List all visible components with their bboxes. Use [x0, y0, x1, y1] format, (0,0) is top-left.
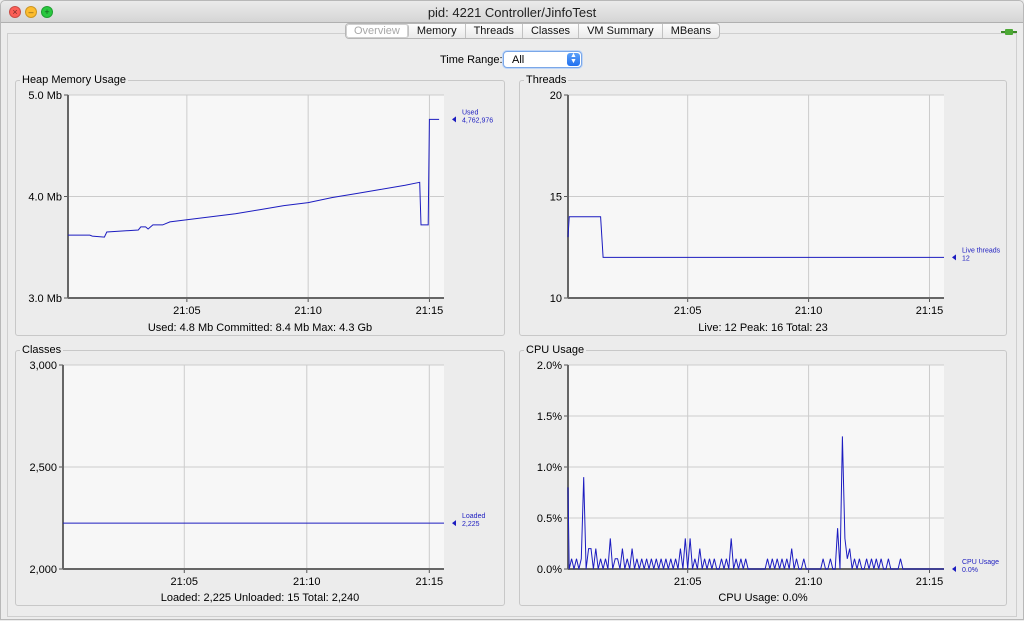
charts-canvas: 21:05 21:10 21:15 3.0 Mb 4.0 Mb 5.0 Mb Used4,7…: [28, 90, 1001, 588]
classes-x-tick-label: 21:05: [171, 576, 199, 588]
heap-marker-arrow: [452, 116, 456, 123]
classes-x-tick-label: 21:15: [416, 576, 444, 588]
cpu-x-tick-label: 21:10: [795, 576, 823, 588]
heap-marker-name: Used: [462, 109, 478, 116]
threads-y-tick-label: 15: [550, 192, 562, 204]
threads-marker-name: Live threads: [962, 247, 1001, 254]
classes-y-tick-label: 2,000: [29, 564, 57, 576]
threads-x-tick-label: 21:15: [916, 305, 944, 317]
threads-y-tick-label: 20: [550, 90, 562, 102]
heap-x-tick-label: 21:15: [416, 305, 444, 317]
threads-marker-value: 12: [962, 255, 970, 262]
classes-y-tick-label: 3,000: [29, 360, 57, 372]
cpu-x-tick-label: 21:05: [674, 576, 702, 588]
threads-marker-arrow: [952, 254, 956, 261]
cpu-marker-arrow: [952, 566, 956, 572]
heap-marker-value: 4,762,976: [462, 117, 493, 124]
cpu-chart: 21:05 21:10 21:15 0.0% 0.5% 1.0% 1.5% 2.0% CPU U…: [537, 360, 999, 588]
heap-y-tick-label: 5.0 Mb: [28, 90, 62, 102]
app-window: × – + pid: 4221 Controller/JinfoTest Ove…: [0, 0, 1024, 620]
cpu-y-tick-label: 2.0%: [537, 360, 562, 372]
threads-x-tick-label: 21:05: [674, 305, 702, 317]
classes-marker-value: 2,225: [462, 521, 480, 528]
cpu-x-tick-label: 21:15: [916, 576, 944, 588]
heap-y-tick-label: 4.0 Mb: [28, 192, 62, 204]
classes-y-tick-label: 2,500: [29, 462, 57, 474]
threads-y-tick-label: 10: [550, 293, 562, 305]
classes-x-tick-label: 21:10: [293, 576, 321, 588]
threads-chart: 21:05 21:10 21:15 10 15 20 Live threads12: [550, 90, 1001, 317]
cpu-y-tick-label: 1.5%: [537, 411, 562, 423]
heap-x-tick-label: 21:10: [294, 305, 322, 317]
threads-x-tick-label: 21:10: [795, 305, 823, 317]
cpu-marker-value: 0.0%: [962, 567, 978, 574]
classes-marker-arrow: [452, 520, 456, 527]
heap-chart: 21:05 21:10 21:15 3.0 Mb 4.0 Mb 5.0 Mb Used4,7…: [28, 90, 493, 317]
classes-marker-name: Loaded: [462, 513, 485, 520]
cpu-marker-name: CPU Usage: [962, 559, 999, 566]
classes-chart: 21:05 21:10 21:15 2,000 2,500 3,000 Loaded2,22…: [29, 360, 485, 588]
heap-y-tick-label: 3.0 Mb: [28, 293, 62, 305]
heap-x-tick-label: 21:05: [173, 305, 201, 317]
cpu-y-tick-label: 0.5%: [537, 513, 562, 525]
cpu-y-tick-label: 0.0%: [537, 564, 562, 576]
cpu-y-tick-label: 1.0%: [537, 462, 562, 474]
